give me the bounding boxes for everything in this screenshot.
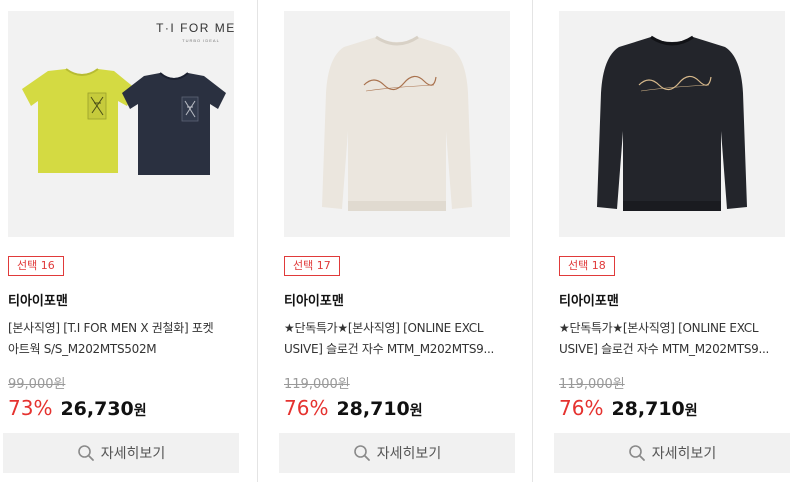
currency-unit: 원 xyxy=(133,403,147,419)
discount-rate: 73% xyxy=(8,396,53,420)
product-name-line: USIVE] 슬로건 자수 MTM_M202MTS9... xyxy=(559,342,770,356)
view-details-button[interactable]: 자세히보기 xyxy=(279,433,515,473)
product-image-black-sweatshirt xyxy=(559,11,785,237)
original-price: 119,000원 xyxy=(559,377,625,392)
original-price: 99,000원 xyxy=(8,377,66,392)
view-details-button[interactable]: 자세히보기 xyxy=(3,433,239,473)
product-name-line: ★단독특가★[본사직영] [ONLINE EXCL xyxy=(284,321,484,335)
product-image[interactable] xyxy=(284,11,510,237)
product-name-line: ★단독특가★[본사직영] [ONLINE EXCL xyxy=(559,321,759,335)
brand-name: 티아이포맨 xyxy=(8,294,68,309)
search-icon xyxy=(77,445,94,461)
view-details-label: 자세히보기 xyxy=(651,446,717,462)
sale-price: 28,710 xyxy=(336,398,410,420)
search-icon xyxy=(353,445,370,461)
product-name-line: 아트웍 S/S_M202MTS502M xyxy=(8,342,157,356)
view-details-label: 자세히보기 xyxy=(376,446,442,462)
discount-rate: 76% xyxy=(559,396,604,420)
search-icon xyxy=(628,445,645,461)
brand-name: 티아이포맨 xyxy=(559,294,619,309)
product-name[interactable]: ★단독특가★[본사직영] [ONLINE EXCL USIVE] 슬로건 자수 … xyxy=(284,318,516,360)
product-card[interactable]: 선택 18 티아이포맨 ★단독특가★[본사직영] [ONLINE EXCL US… xyxy=(551,0,795,482)
product-card[interactable]: T·I FOR MEN TURBO IDEAL 선택 16 티아이포맨 [본사직… xyxy=(0,0,258,482)
logo-main-text: T·I FOR MEN xyxy=(156,21,234,35)
product-image[interactable] xyxy=(559,11,785,237)
logo-sub-text: TURBO IDEAL xyxy=(182,38,220,43)
select-tag: 선택 18 xyxy=(559,256,615,276)
product-image[interactable]: T·I FOR MEN TURBO IDEAL xyxy=(8,11,234,237)
currency-unit: 원 xyxy=(409,403,423,419)
view-details-label: 자세히보기 xyxy=(100,446,166,462)
sale-price: 28,710 xyxy=(611,398,685,420)
product-name-line: USIVE] 슬로건 자수 MTM_M202MTS9... xyxy=(284,342,495,356)
price-row: 76% 28,710원 xyxy=(284,396,423,420)
sale-price: 26,730 xyxy=(60,398,134,420)
product-name-line: [본사직영] [T.I FOR MEN X 권철화] 포켓 xyxy=(8,321,214,335)
product-image-white-sweatshirt xyxy=(284,11,510,237)
product-name[interactable]: [본사직영] [T.I FOR MEN X 권철화] 포켓 아트웍 S/S_M2… xyxy=(8,318,240,360)
product-grid: T·I FOR MEN TURBO IDEAL 선택 16 티아이포맨 [본사직… xyxy=(0,0,795,482)
product-card[interactable]: 선택 17 티아이포맨 ★단독특가★[본사직영] [ONLINE EXCL US… xyxy=(276,0,534,482)
brand-name: 티아이포맨 xyxy=(284,294,344,309)
product-image-tshirts: T·I FOR MEN TURBO IDEAL xyxy=(8,11,234,237)
price-row: 76% 28,710원 xyxy=(559,396,698,420)
original-price: 119,000원 xyxy=(284,377,350,392)
price-row: 73% 26,730원 xyxy=(8,396,147,420)
select-tag: 선택 16 xyxy=(8,256,64,276)
view-details-button[interactable]: 자세히보기 xyxy=(554,433,790,473)
product-name[interactable]: ★단독특가★[본사직영] [ONLINE EXCL USIVE] 슬로건 자수 … xyxy=(559,318,791,360)
currency-unit: 원 xyxy=(684,403,698,419)
discount-rate: 76% xyxy=(284,396,329,420)
select-tag: 선택 17 xyxy=(284,256,340,276)
